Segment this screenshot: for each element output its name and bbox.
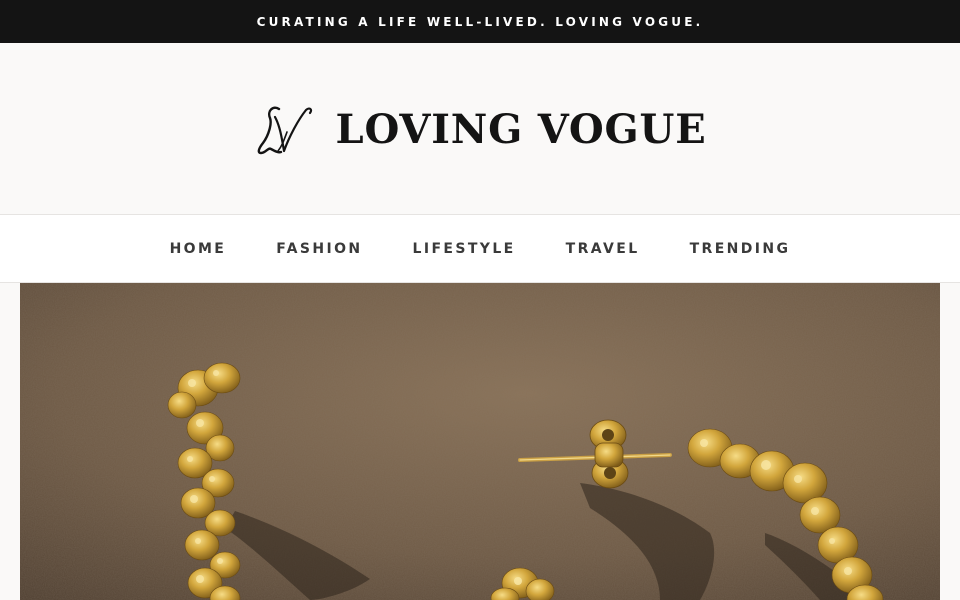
nav-item-trending[interactable]: TRENDING — [690, 241, 791, 257]
earrings-photo — [20, 283, 940, 600]
site-title: LOVING VOGUE — [335, 106, 707, 153]
nav-item-home[interactable]: HOME — [170, 241, 227, 257]
brand-home-link[interactable]: LOVING VOGUE — [254, 102, 707, 158]
nav-item-fashion[interactable]: FASHION — [276, 241, 362, 257]
hero-image[interactable] — [20, 283, 940, 600]
announcement-text: CURATING A LIFE WELL-LIVED. LOVING VOGUE… — [256, 14, 704, 29]
site-header: LOVING VOGUE — [0, 43, 960, 214]
announcement-bar: CURATING A LIFE WELL-LIVED. LOVING VOGUE… — [0, 0, 960, 43]
nav-item-lifestyle[interactable]: LIFESTYLE — [413, 241, 516, 257]
monogram-lv-icon — [257, 106, 312, 154]
nav-item-travel[interactable]: TRAVEL — [566, 241, 640, 257]
main-navigation: HOME FASHION LIFESTYLE TRAVEL TRENDING — [0, 214, 960, 283]
